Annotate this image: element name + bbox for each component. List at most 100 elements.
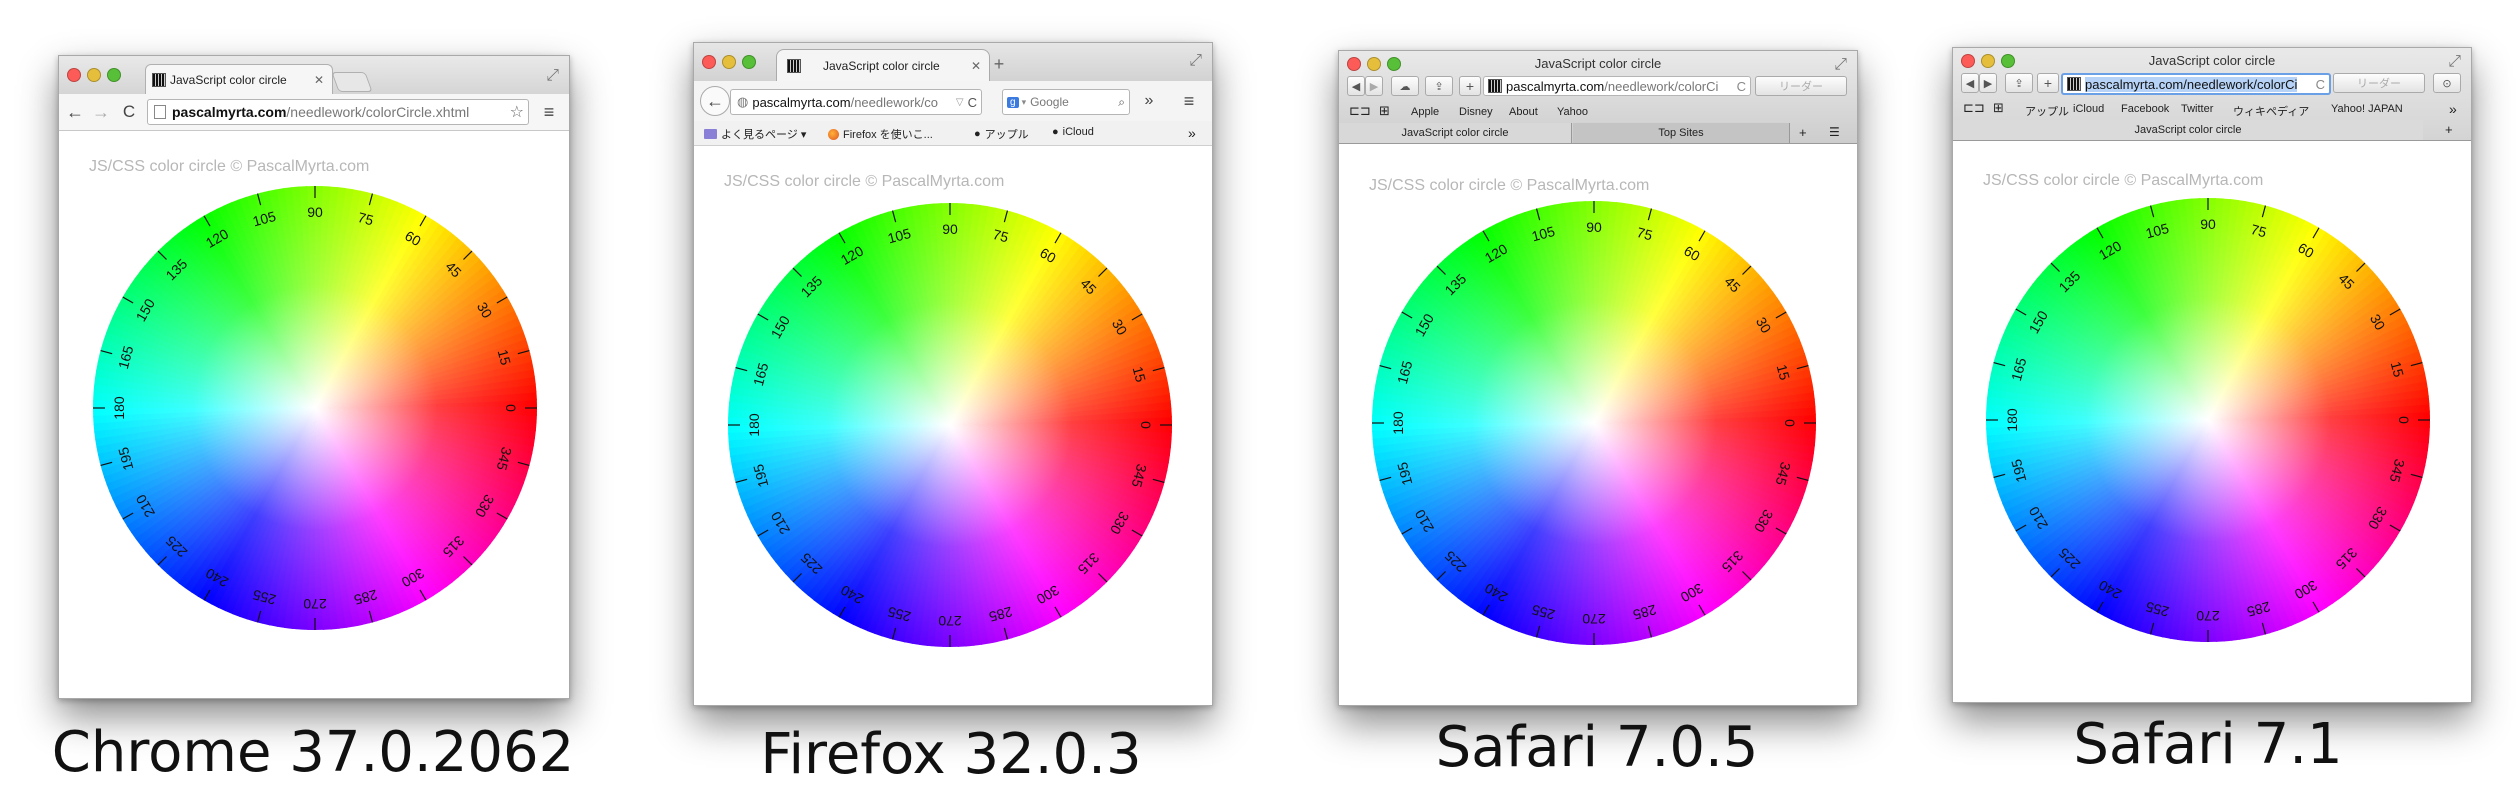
bookmark-about[interactable]: About <box>1509 106 1538 118</box>
bookmark-most-visited[interactable]: よく見るページ ▾ <box>704 126 806 142</box>
search-engine-dropdown-icon[interactable]: ▾ <box>1022 97 1027 108</box>
tab-active[interactable]: JavaScript color circle ✕ <box>145 64 333 95</box>
hue-label: 180 <box>2004 408 2020 432</box>
close-icon[interactable] <box>67 68 81 82</box>
address-bar[interactable]: pascalmyrta.com /needlework/colorCi C <box>1483 76 1751 96</box>
hue-label: 180 <box>111 396 127 420</box>
chrome-toolbar: ← → C pascalmyrta.com /needlework/colorC… <box>59 94 569 131</box>
icloud-button[interactable]: ☁ <box>1391 76 1419 96</box>
google-icon: g <box>1007 96 1019 108</box>
reload-icon[interactable]: C <box>119 102 139 122</box>
back-button[interactable]: ◀ <box>1347 76 1365 96</box>
tab-top-sites[interactable]: Top Sites <box>1573 123 1790 143</box>
bookmark-icloud[interactable]: ● iCloud <box>1052 126 1094 138</box>
downloads-button[interactable]: ⊙ <box>2433 73 2461 93</box>
bookmark-star-icon[interactable]: ☆ <box>510 102 524 122</box>
tab-active[interactable]: JavaScript color circle ✕ <box>776 49 990 82</box>
share-button[interactable]: ⇪ <box>1425 76 1453 96</box>
minimize-icon[interactable] <box>87 68 101 82</box>
bookmark-twitter[interactable]: Twitter <box>2181 103 2213 115</box>
fullscreen-icon[interactable]: ⤢ <box>546 68 559 84</box>
url-dropdown-icon[interactable]: ▽ <box>956 97 964 108</box>
bookmark-yahoo[interactable]: Yahoo <box>1557 106 1588 118</box>
bookmark-firefox-guide[interactable]: Firefox を使いこ... <box>828 126 933 142</box>
hue-label: 270 <box>938 613 962 629</box>
menu-icon[interactable]: ≡ <box>539 102 559 122</box>
add-button[interactable]: + <box>2037 73 2059 93</box>
share-button[interactable]: ⇪ <box>2005 73 2033 93</box>
bookmark-facebook[interactable]: Facebook <box>2121 103 2169 115</box>
apple-icon: ● <box>974 128 981 140</box>
safari-titlebar: JavaScript color circle ⤢ ◀ ▶ ☁ ⇪ + pasc… <box>1339 51 1857 144</box>
menu-icon[interactable]: ≡ <box>1178 91 1200 111</box>
reload-icon[interactable]: C <box>1737 79 1746 94</box>
close-tab-icon[interactable]: ✕ <box>314 73 324 87</box>
close-tab-icon[interactable]: ✕ <box>971 59 981 73</box>
bookmark-apple[interactable]: Apple <box>1411 106 1439 118</box>
url-path: /needlework/colorCircle.xhtml <box>286 104 470 120</box>
top-sites-icon[interactable]: ⊞ <box>1379 103 1390 119</box>
reader-button[interactable]: リーダー <box>2333 73 2425 93</box>
reading-list-icon[interactable]: ⊏⊐ <box>1963 100 1985 116</box>
new-tab-icon[interactable]: + <box>990 54 1008 74</box>
address-bar[interactable]: ◍ pascalmyrta.com /needlework/co ▽ C <box>730 89 982 115</box>
color-circle: 0153045607590105120135150165180195210225… <box>1372 201 1816 645</box>
url-path: /needlework/colorCi <box>1604 78 1719 94</box>
fullscreen-icon[interactable]: ⤢ <box>2448 54 2461 70</box>
bookmark-yahoo-japan[interactable]: Yahoo! JAPAN <box>2331 103 2403 115</box>
forward-button[interactable]: ▶ <box>1979 73 1997 93</box>
forward-button[interactable]: ▶ <box>1365 76 1383 96</box>
address-bar[interactable]: pascalmyrta.com/needlework/colorCi C <box>2061 73 2331 95</box>
close-icon[interactable] <box>702 55 716 69</box>
hue-label: 270 <box>2196 608 2220 624</box>
bookmark-label: Firefox を使いこ... <box>843 129 933 141</box>
safari705-caption: Safari 7.0.5 <box>1435 715 1759 780</box>
tab-active[interactable]: JavaScript color circle <box>1953 120 2423 140</box>
maximize-icon[interactable] <box>742 55 756 69</box>
url-text-selected: pascalmyrta.com/needlework/colorCi <box>2085 76 2298 92</box>
new-tab-icon[interactable]: + <box>2445 122 2453 137</box>
reload-icon[interactable]: C <box>2316 77 2325 92</box>
reader-button[interactable]: リーダー <box>1755 76 1847 96</box>
bookmark-wikipedia[interactable]: ウィキペディア <box>2233 103 2309 119</box>
hue-label: 90 <box>1586 219 1602 235</box>
page-favicon-icon <box>1488 79 1502 93</box>
search-bar[interactable]: g ▾ Google ⌕ <box>1002 89 1130 115</box>
maximize-icon[interactable] <box>107 68 121 82</box>
page-watermark: JS/CSS color circle © PascalMyrta.com <box>89 158 370 175</box>
forward-icon[interactable]: → <box>91 102 111 122</box>
back-button[interactable]: ◀ <box>1961 73 1979 93</box>
back-button[interactable]: ← <box>700 86 730 116</box>
search-icon[interactable]: ⌕ <box>1118 95 1125 110</box>
fullscreen-icon[interactable]: ⤢ <box>1834 57 1847 73</box>
bookmarks-overflow-icon[interactable]: » <box>2449 101 2457 117</box>
address-bar[interactable]: pascalmyrta.com /needlework/colorCircle.… <box>147 99 529 125</box>
overflow-icon[interactable]: » <box>1140 91 1158 111</box>
top-sites-icon[interactable]: ⊞ <box>1993 100 2004 116</box>
new-tab-icon[interactable]: + <box>1799 125 1807 140</box>
minimize-icon[interactable] <box>722 55 736 69</box>
page-watermark: JS/CSS color circle © PascalMyrta.com <box>724 173 1005 190</box>
reload-icon[interactable]: C <box>968 95 977 110</box>
new-tab-button[interactable] <box>331 72 373 92</box>
page-icon <box>154 105 166 119</box>
bookmark-disney[interactable]: Disney <box>1459 106 1493 118</box>
bookmarks-toolbar: よく見るページ ▾ Firefox を使いこ... ● アップル ● iClou… <box>694 121 1212 146</box>
fullscreen-icon[interactable]: ⤢ <box>1189 53 1202 69</box>
firefox-icon <box>828 128 839 140</box>
chrome-window: JavaScript color circle ✕ ⤢ ← → C pascal… <box>58 55 570 699</box>
tab-active[interactable]: JavaScript color circle <box>1339 123 1572 143</box>
back-icon[interactable]: ← <box>65 102 85 122</box>
bookmark-apple[interactable]: ● アップル <box>974 126 1029 142</box>
add-button[interactable]: + <box>1459 76 1481 96</box>
bookmark-label: iCloud <box>1062 126 1094 138</box>
reading-list-icon[interactable]: ⊏⊐ <box>1349 103 1371 119</box>
tab-overview-icon[interactable]: ☰ <box>1829 125 1840 139</box>
bookmark-apple[interactable]: アップル <box>2025 103 2069 119</box>
hue-label: 270 <box>1582 611 1606 627</box>
bookmarks-overflow-icon[interactable]: » <box>1188 125 1196 141</box>
url-domain: pascalmyrta.com <box>1506 78 1605 94</box>
url-domain: pascalmyrta.com <box>172 104 287 120</box>
bookmark-icloud[interactable]: iCloud <box>2073 103 2104 115</box>
hue-label: 270 <box>303 596 327 612</box>
